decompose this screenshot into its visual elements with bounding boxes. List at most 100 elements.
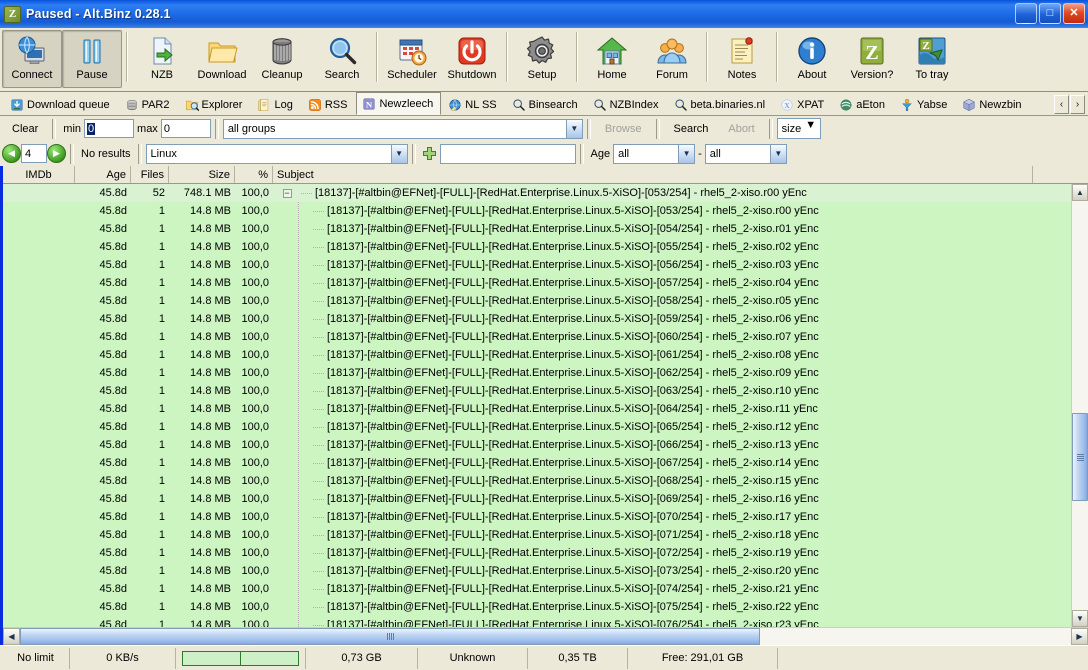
table-row[interactable]: 45.8d 1 14.8 MB 100,0 [18137]-[#altbin@EFNet… [3, 544, 1071, 562]
table-row[interactable]: 45.8d 1 14.8 MB 100,0 [18137]-[#altbin@EFNet… [3, 454, 1071, 472]
cell-files: 1 [158, 349, 165, 361]
group-select[interactable]: all groups ▼ [222, 118, 583, 139]
column-header-size[interactable]: Size [169, 166, 235, 183]
vertical-scroll-track[interactable] [1072, 201, 1088, 610]
nzb-file-icon [146, 35, 178, 67]
tab-newzbin[interactable]: Newzbin [956, 94, 1029, 115]
toolbar-button-shutdown[interactable]: Shutdown [442, 30, 502, 88]
table-row[interactable]: 45.8d 1 14.8 MB 100,0 [18137]-[#altbin@EFNet… [3, 274, 1071, 292]
age-from-select[interactable]: all ▼ [613, 143, 696, 164]
table-row[interactable]: 45.8d 1 14.8 MB 100,0 [18137]-[#altbin@EFNet… [3, 526, 1071, 544]
tab-nl-ss[interactable]: NL SS [442, 94, 504, 115]
table-row[interactable]: 45.8d 1 14.8 MB 100,0 [18137]-[#altbin@EFNet… [3, 382, 1071, 400]
horizontal-scroll-track[interactable] [20, 628, 1071, 645]
tab-rss[interactable]: RSS [302, 94, 356, 115]
column-header-files[interactable]: Files [131, 166, 169, 183]
column-header-age[interactable]: Age [75, 166, 131, 183]
status-speed-limit[interactable]: No limit [2, 647, 70, 669]
abort-button[interactable]: Abort [718, 118, 765, 139]
vertical-scrollbar[interactable]: ▲ ▼ [1071, 184, 1088, 627]
table-row[interactable]: 45.8d 1 14.8 MB 100,0 [18137]-[#altbin@EFNet… [3, 580, 1071, 598]
search-query-combo[interactable]: Linux ▼ [145, 143, 408, 164]
tree-connector [313, 390, 325, 392]
column-header-imdb[interactable]: IMDb [3, 166, 75, 183]
table-row[interactable]: 45.8d 1 14.8 MB 100,0 [18137]-[#altbin@EFNet… [3, 292, 1071, 310]
scroll-left-button[interactable]: ◀ [3, 628, 20, 645]
cell-subject: [18137]-[#altbin@EFNet]-[FULL]-[RedHat.E… [273, 598, 1071, 616]
toolbar-button-scheduler[interactable]: Scheduler [382, 30, 442, 88]
toolbar-button-nzb[interactable]: NZB [132, 30, 192, 88]
tab-xpat[interactable]: X XPAT [774, 94, 832, 115]
table-row[interactable]: 45.8d 1 14.8 MB 100,0 [18137]-[#altbin@EFNet… [3, 472, 1071, 490]
table-row[interactable]: 45.8d 1 14.8 MB 100,0 [18137]-[#altbin@EFNet… [3, 598, 1071, 616]
tab-download-queue[interactable]: Download queue [4, 94, 118, 115]
tab-prev-button[interactable]: ‹ [1054, 95, 1069, 114]
table-row[interactable]: 45.8d 1 14.8 MB 100,0 [18137]-[#altbin@EFNet… [3, 562, 1071, 580]
close-button[interactable]: ✕ [1063, 3, 1085, 24]
vertical-scroll-thumb[interactable] [1072, 413, 1088, 501]
sort-by-select[interactable]: size ▼ [776, 118, 821, 139]
toolbar-button-forum[interactable]: Forum [642, 30, 702, 88]
table-row[interactable]: 45.8d 1 14.8 MB 100,0 [18137]-[#altbin@EFNet… [3, 346, 1071, 364]
toolbar-button-version[interactable]: Z Version? [842, 30, 902, 88]
tab-par2[interactable]: PAR2 [119, 94, 178, 115]
clear-button[interactable]: Clear [2, 118, 49, 139]
horizontal-scroll-thumb[interactable] [20, 628, 760, 645]
browse-button[interactable]: Browse [594, 118, 652, 139]
table-row[interactable]: 45.8d 1 14.8 MB 100,0 [18137]-[#altbin@EFNet… [3, 490, 1071, 508]
table-row[interactable]: 45.8d 1 14.8 MB 100,0 [18137]-[#altbin@EFNet… [3, 310, 1071, 328]
table-row[interactable]: 45.8d 1 14.8 MB 100,0 [18137]-[#altbin@EFNet… [3, 400, 1071, 418]
toolbar-button-to-tray[interactable]: Z To tray [902, 30, 962, 88]
toolbar-button-cleanup[interactable]: Cleanup [252, 30, 312, 88]
prev-page-button[interactable]: ◀ [2, 144, 21, 163]
table-row[interactable]: 45.8d 1 14.8 MB 100,0 [18137]-[#altbin@EFNet… [3, 436, 1071, 454]
results-table[interactable]: 45.8d 52 748.1 MB 100,0 − [18137]-[#altbin@EF… [3, 184, 1071, 627]
table-row[interactable]: 45.8d 1 14.8 MB 100,0 [18137]-[#altbin@EFNet… [3, 256, 1071, 274]
table-row[interactable]: 45.8d 1 14.8 MB 100,0 [18137]-[#altbin@EFNet… [3, 328, 1071, 346]
age-to-select[interactable]: all ▼ [704, 143, 787, 164]
toolbar-button-pause[interactable]: Pause [62, 30, 122, 88]
table-row[interactable]: 45.8d 1 14.8 MB 100,0 [18137]-[#altbin@EFNet… [3, 364, 1071, 382]
keyword-input[interactable] [439, 143, 576, 164]
page-number-input[interactable]: 4 [21, 144, 47, 163]
tree-node[interactable]: − [273, 184, 301, 202]
tab-beta-binaries-nl[interactable]: beta.binaries.nl [668, 94, 774, 115]
tab-newzleech[interactable]: N Newzleech [356, 92, 442, 115]
collapse-expander-icon[interactable]: − [282, 188, 292, 198]
tab-next-button[interactable]: › [1070, 95, 1085, 114]
table-row[interactable]: 45.8d 1 14.8 MB 100,0 [18137]-[#altbin@EFNet… [3, 616, 1071, 627]
maximize-button[interactable]: □ [1039, 3, 1061, 24]
toolbar-button-connect[interactable]: Connect [2, 30, 62, 88]
toolbar-button-notes[interactable]: Notes [712, 30, 772, 88]
horizontal-scrollbar[interactable]: ◀ ▶ [3, 627, 1088, 645]
toolbar-button-download[interactable]: Download [192, 30, 252, 88]
scroll-up-button[interactable]: ▲ [1072, 184, 1088, 201]
table-row[interactable]: 45.8d 1 14.8 MB 100,0 [18137]-[#altbin@EFNet… [3, 202, 1071, 220]
table-row[interactable]: 45.8d 1 14.8 MB 100,0 [18137]-[#altbin@EFNet… [3, 508, 1071, 526]
max-size-input[interactable]: 0 [160, 119, 211, 138]
table-row[interactable]: 45.8d 1 14.8 MB 100,0 [18137]-[#altbin@EFNet… [3, 418, 1071, 436]
table-row[interactable]: 45.8d 1 14.8 MB 100,0 [18137]-[#altbin@EFNet… [3, 220, 1071, 238]
toolbar-button-search[interactable]: Search [312, 30, 372, 88]
tab-nzbindex[interactable]: NZBIndex [587, 94, 667, 115]
tab-aeton[interactable]: aEton [833, 94, 893, 115]
tab-binsearch[interactable]: Binsearch [506, 94, 586, 115]
add-keyword-button[interactable] [419, 143, 440, 164]
scroll-down-button[interactable]: ▼ [1072, 610, 1088, 627]
min-size-input[interactable]: 0 [84, 119, 135, 138]
toolbar-button-setup[interactable]: Setup [512, 30, 572, 88]
column-header-pct[interactable]: % [235, 166, 273, 183]
tree-node [285, 598, 313, 616]
table-row[interactable]: 45.8d 1 14.8 MB 100,0 [18137]-[#altbin@EFNet… [3, 238, 1071, 256]
scroll-right-button[interactable]: ▶ [1071, 628, 1088, 645]
tab-yabse[interactable]: Yabse [894, 94, 955, 115]
toolbar-button-home[interactable]: Home [582, 30, 642, 88]
column-header-subject[interactable]: Subject [273, 166, 1033, 183]
tab-explorer[interactable]: Explorer [179, 94, 251, 115]
search-button[interactable]: Search [663, 118, 719, 139]
table-row[interactable]: 45.8d 52 748.1 MB 100,0 − [18137]-[#altbin@EF… [3, 184, 1071, 202]
tab-log[interactable]: Log [251, 94, 300, 115]
toolbar-button-about[interactable]: About [782, 30, 842, 88]
next-page-button[interactable]: ▶ [47, 144, 66, 163]
minimize-button[interactable]: _ [1015, 3, 1037, 24]
